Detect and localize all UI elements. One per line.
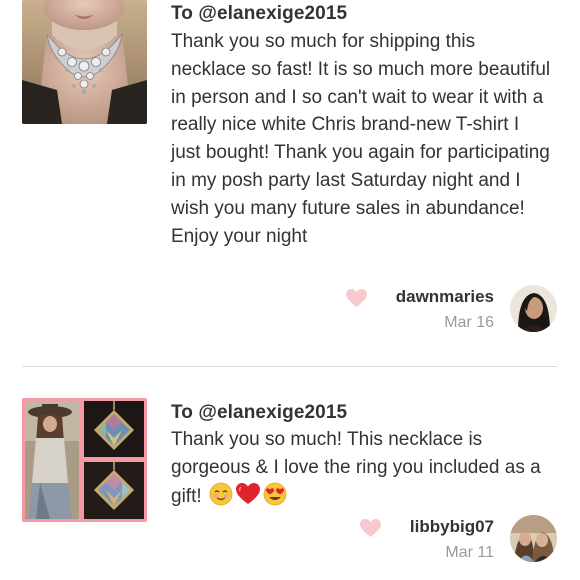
necklace-collage-image — [22, 398, 147, 522]
note-signature: dawnmaries Mar 16 — [280, 285, 580, 345]
note-date: Mar 16 — [444, 314, 494, 331]
red-heart-emoji — [235, 482, 261, 515]
smiling-face-emoji — [209, 482, 233, 515]
love-note: To @elanexige2015 Thank you so much for … — [0, 0, 580, 366]
listing-photo[interactable] — [22, 398, 147, 522]
note-recipient[interactable]: To @elanexige2015 — [171, 402, 347, 424]
note-message: Thank you so much! This necklace is gorg… — [171, 426, 551, 514]
divider — [22, 366, 557, 367]
heart-icon — [360, 518, 381, 538]
author-username[interactable]: dawnmaries — [396, 287, 494, 307]
love-notes-feed: To @elanexige2015 Thank you so much for … — [0, 0, 580, 580]
author-username[interactable]: libbybig07 — [410, 517, 494, 537]
note-signature: libbybig07 Mar 11 — [280, 515, 580, 575]
user-avatar-image — [510, 285, 557, 332]
avatar[interactable] — [510, 285, 557, 332]
heart-eyes-emoji — [263, 482, 287, 515]
user-avatar-image — [510, 515, 557, 562]
necklace-photo-image — [22, 0, 147, 124]
avatar[interactable] — [510, 515, 557, 562]
listing-photo[interactable] — [22, 0, 147, 124]
love-note: To @elanexige2015 Thank you so much! Thi… — [0, 386, 580, 580]
note-date: Mar 11 — [445, 544, 494, 561]
note-recipient[interactable]: To @elanexige2015 — [171, 3, 347, 25]
note-message: Thank you so much for shipping this neck… — [171, 31, 551, 247]
heart-icon — [346, 288, 367, 308]
